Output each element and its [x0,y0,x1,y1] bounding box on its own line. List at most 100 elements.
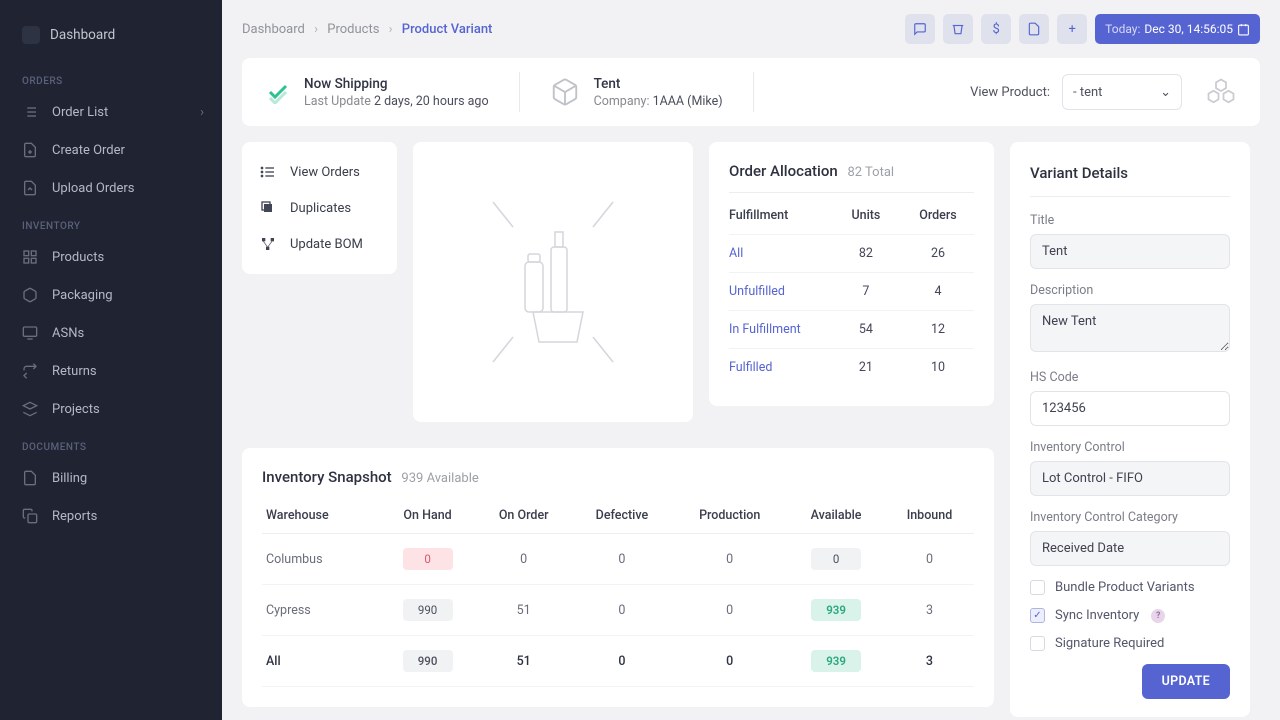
allocation-link[interactable]: Unfulfilled [729,284,830,299]
card-subtitle: 82 Total [847,165,894,180]
upload-icon [22,180,38,196]
checkbox-icon: ✓ [1030,608,1045,623]
shipping-title: Now Shipping [304,76,489,92]
topbar: Dashboard › Products › Product Variant $… [242,14,1260,44]
crumb-products[interactable]: Products [327,22,379,37]
chevron-right-icon: › [200,105,204,120]
top-actions: $ + Today: Dec 30, 14:56:05 [905,14,1260,44]
sidebar-item-label: Returns [52,364,97,379]
allocation-row: Fulfilled2110 [729,349,974,386]
table-header: On Order [476,498,572,534]
sidebar-item-label: Projects [52,402,100,417]
sidebar-item-returns[interactable]: Returns [0,352,222,390]
table-header: Defective [572,498,673,534]
sidebar-item-products[interactable]: Products [0,238,222,276]
action-add-button[interactable]: + [1057,14,1087,44]
shipping-subtitle: Last Update 2 days, 20 hours ago [304,94,489,109]
sidebar-item-upload-orders[interactable]: Upload Orders [0,169,222,207]
checkbox-sync[interactable]: ✓ Sync Inventory ? [1030,608,1230,623]
checkbox-bundle[interactable]: Bundle Product Variants [1030,580,1230,595]
view-product-select[interactable]: - tent ⌄ [1062,74,1182,110]
help-icon[interactable]: ? [1151,609,1165,623]
sidebar-item-asns[interactable]: ASNs [0,314,222,352]
action-view-orders[interactable]: View Orders [260,154,379,190]
trash-icon [951,22,965,36]
today-value: Dec 30, 14:56:05 [1144,22,1233,36]
sidebar-item-reports[interactable]: Reports [0,497,222,535]
chevron-down-icon: ⌄ [1160,85,1171,100]
layers-icon [22,401,38,417]
table-header: Warehouse [262,498,379,534]
title-field[interactable] [1030,234,1230,269]
table-row: Columbus 0 0 0 0 0 0 [262,534,974,585]
file-icon [1027,22,1041,36]
sidebar-item-label: Packaging [52,288,113,303]
today-button[interactable]: Today: Dec 30, 14:56:05 [1095,14,1260,44]
action-doc-button[interactable] [1019,14,1049,44]
sidebar-item-label: ASNs [52,326,84,341]
dollar-icon: $ [993,22,1000,37]
sidebar-dashboard-label: Dashboard [50,27,115,43]
calendar-icon [1237,23,1250,36]
field-label-ic: Inventory Control [1030,440,1230,455]
sidebar-dashboard[interactable]: Dashboard [0,18,222,62]
checkbox-label: Sync Inventory [1055,608,1139,623]
sidebar-item-create-order[interactable]: Create Order [0,131,222,169]
crumb-dashboard[interactable]: Dashboard [242,22,305,37]
allocation-link[interactable]: In Fulfillment [729,322,830,337]
actions-card: View Orders Duplicates Update BOM [242,142,397,274]
list-icon [260,164,276,180]
crumb-sep: › [314,22,318,37]
table-header: Production [672,498,787,534]
checkbox-icon [1030,636,1045,651]
table-row: All 990 51 0 0 939 3 [262,636,974,687]
card-title: Order Allocation 82 Total [729,162,894,180]
checkbox-icon [1030,580,1045,595]
update-button[interactable]: UPDATE [1142,664,1230,699]
file-icon [22,470,38,486]
variant-details-card: Variant Details Title Description New Te… [1010,142,1250,717]
action-delete-button[interactable] [943,14,973,44]
sidebar-item-packaging[interactable]: Packaging [0,276,222,314]
field-label-hs: HS Code [1030,370,1230,385]
checkbox-signature[interactable]: Signature Required [1030,636,1230,651]
nodes-icon [260,236,276,252]
allocation-link[interactable]: All [729,246,830,261]
field-label-desc: Description [1030,283,1230,298]
sidebar-section-orders: ORDERS [0,62,222,93]
note-icon [913,22,927,36]
inventory-control-field[interactable] [1030,461,1230,496]
monitor-icon [22,325,38,341]
allocation-header-row: Fulfillment Units Orders [729,197,974,235]
card-title: Inventory Snapshot 939 Available [262,468,479,486]
sidebar-item-billing[interactable]: Billing [0,459,222,497]
action-price-button[interactable]: $ [981,14,1011,44]
action-update-bom[interactable]: Update BOM [260,226,379,262]
grid-icon [22,249,38,265]
copy-icon [22,508,38,524]
main-area: Dashboard › Products › Product Variant $… [222,0,1280,720]
sidebar-item-order-list[interactable]: Order List › [0,93,222,131]
sidebar-item-label: Billing [52,471,87,486]
view-product-label: View Product: [970,85,1050,100]
inventory-control-category-field[interactable] [1030,531,1230,566]
file-plus-icon [22,142,38,158]
action-duplicates[interactable]: Duplicates [260,190,379,226]
sidebar-section-documents: DOCUMENTS [0,428,222,459]
field-label-icc: Inventory Control Category [1030,510,1230,525]
action-note-button[interactable] [905,14,935,44]
crumb-sep: › [389,22,393,37]
description-field[interactable]: New Tent [1030,304,1230,352]
table-row: Cypress 990 51 0 0 939 3 [262,585,974,636]
allocation-row: All8226 [729,235,974,273]
hs-code-field[interactable] [1030,391,1230,426]
crumb-current: Product Variant [402,22,493,37]
card-subtitle: 939 Available [401,471,478,486]
field-label-title: Title [1030,213,1230,228]
sidebar-item-projects[interactable]: Projects [0,390,222,428]
allocation-link[interactable]: Fulfilled [729,360,830,375]
return-icon [22,363,38,379]
table-header: On Hand [379,498,475,534]
card-title: Variant Details [1030,164,1230,197]
product-company: Company: 1AAA (Mike) [594,94,723,109]
